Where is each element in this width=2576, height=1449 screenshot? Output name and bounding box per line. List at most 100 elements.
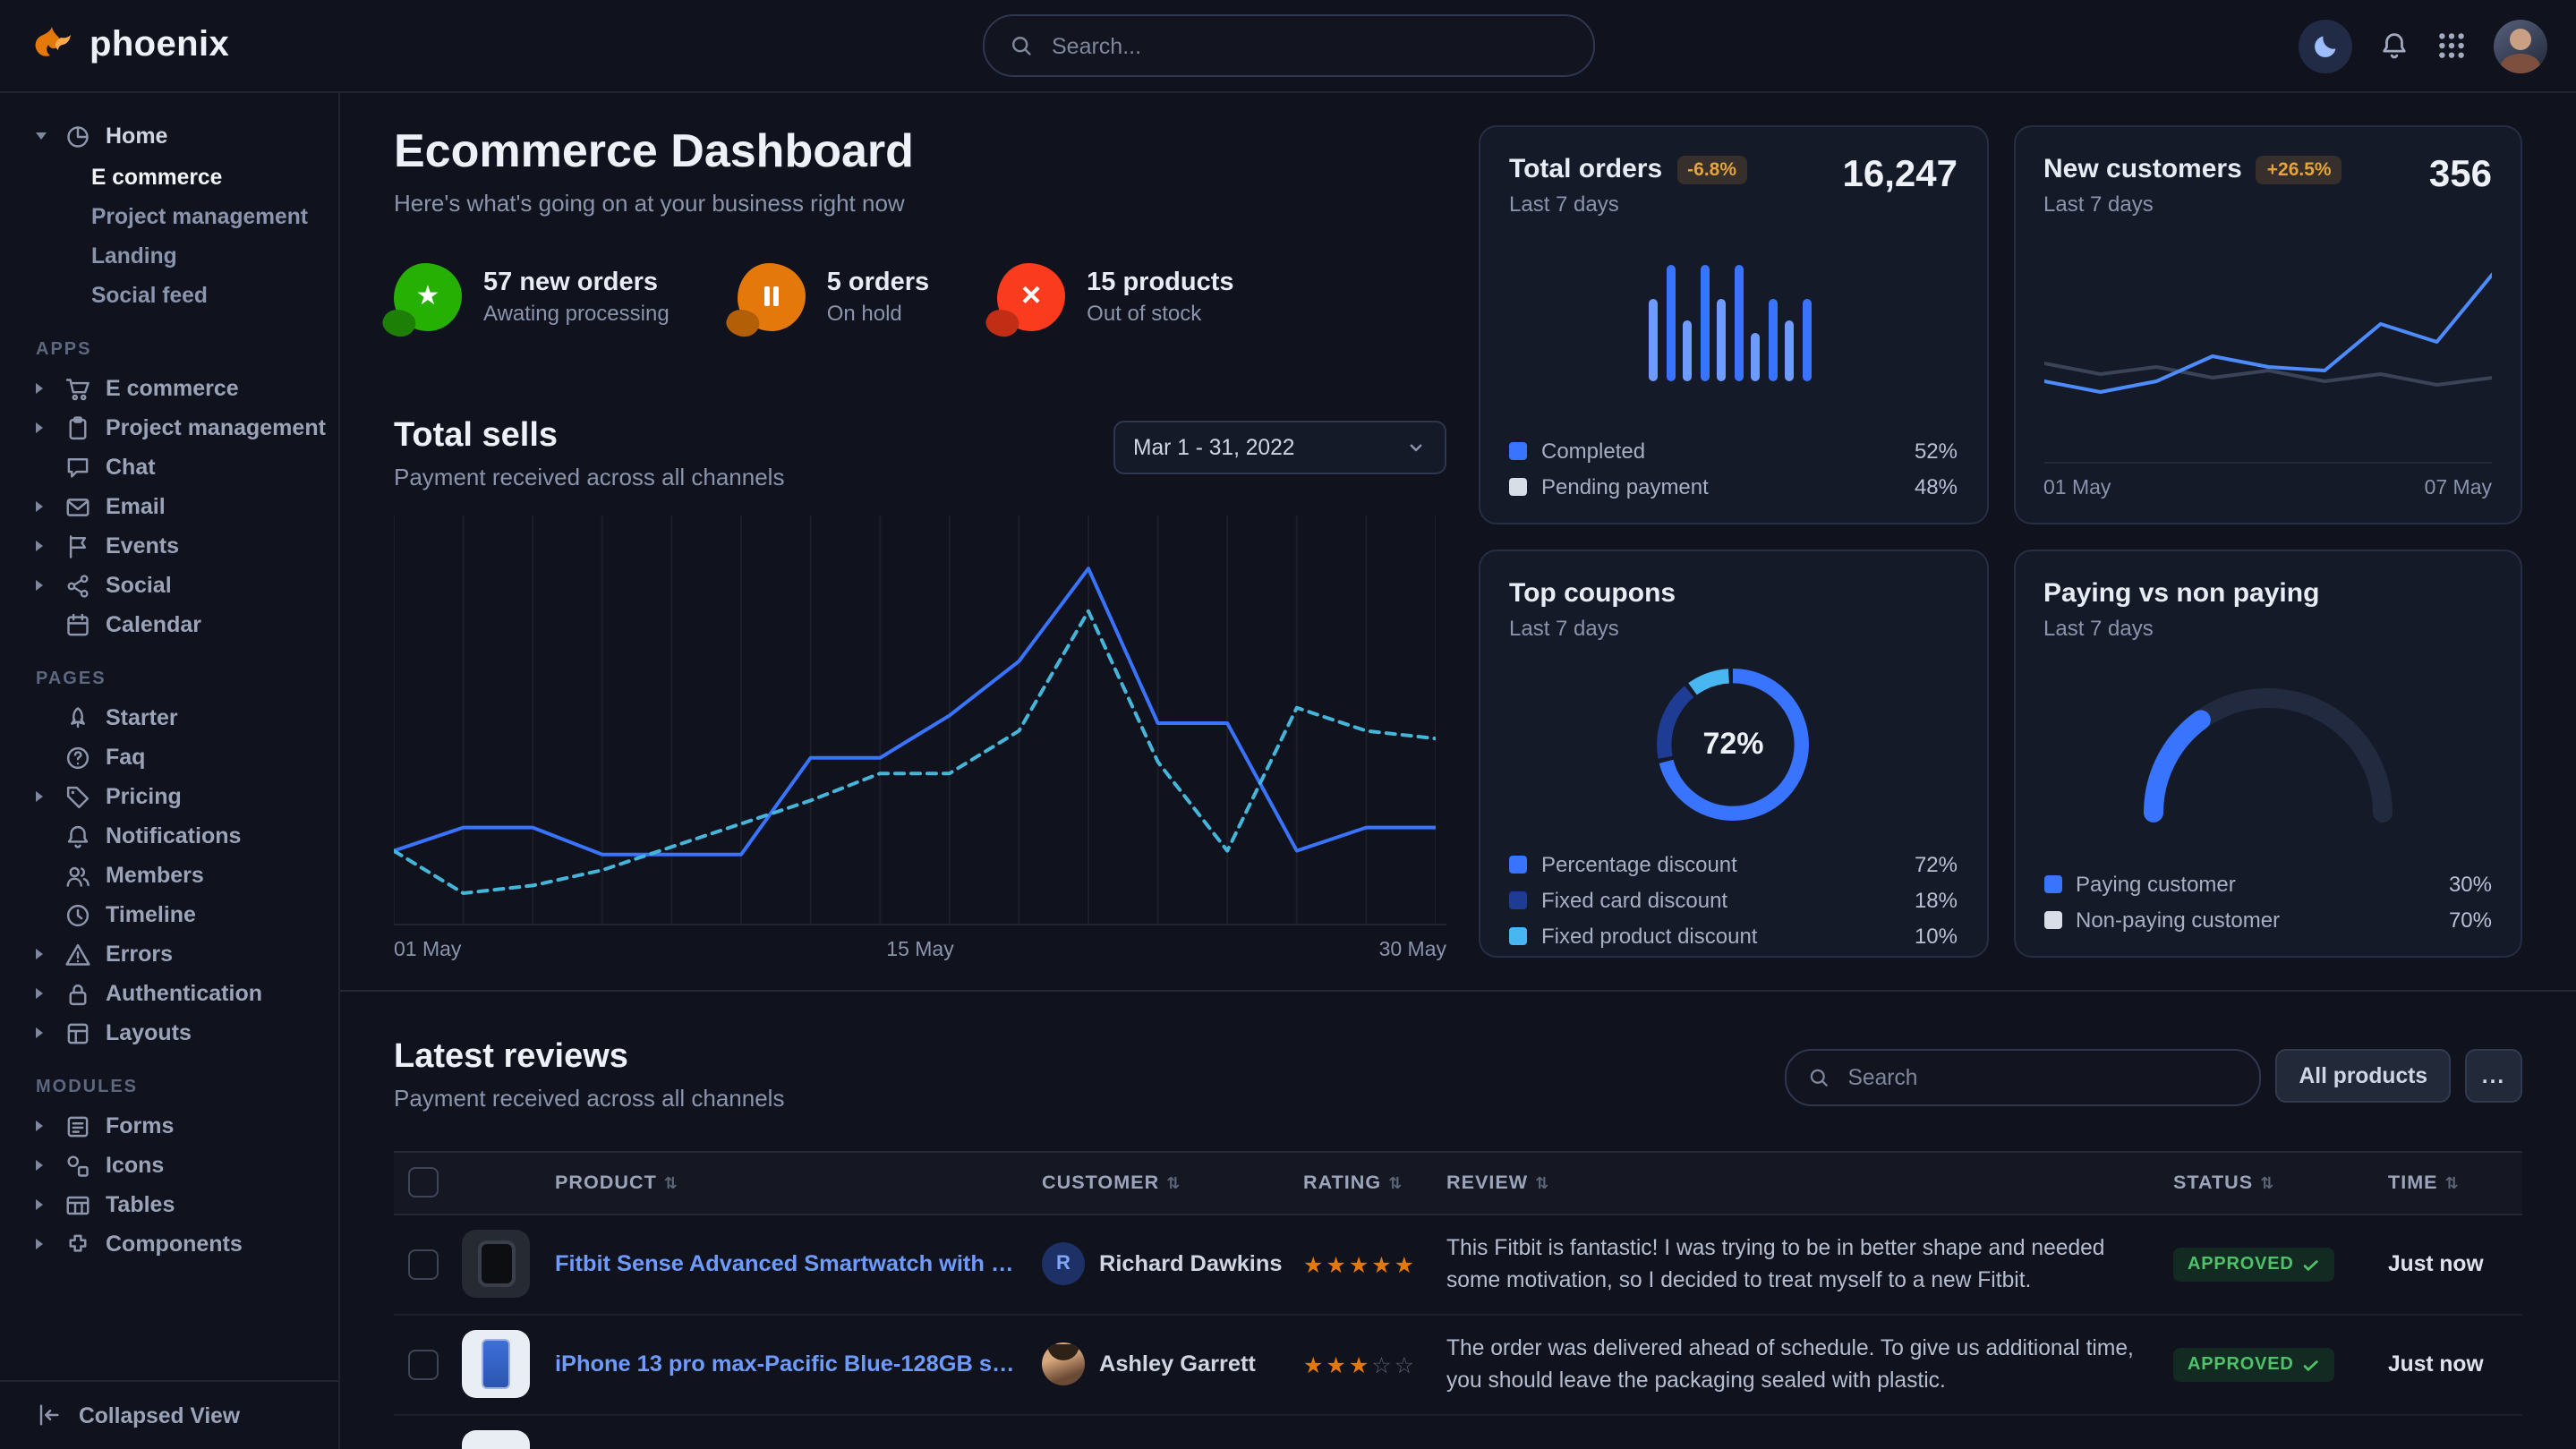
caret-right-icon [36,501,50,512]
row-checkbox[interactable] [408,1350,439,1380]
reviews-table: PRODUCT CUSTOMER RATING REVIEW STATUS TI… [394,1151,2522,1449]
share-nodes-icon [64,572,91,599]
sidebar-item-layouts[interactable]: Layouts [0,1013,338,1053]
column-product[interactable]: PRODUCT [555,1172,1042,1194]
sidebar-item-email[interactable]: Email [0,487,338,526]
column-rating[interactable]: RATING [1303,1172,1446,1194]
sidebar-subitem-social-feed[interactable]: Social feed [0,276,338,315]
sidebar-item-errors[interactable]: Errors [0,934,338,974]
star-icon [394,263,462,331]
main-content: Ecommerce Dashboard Here's what's going … [340,93,2576,1449]
collapse-panel-icon [36,1402,63,1428]
card-title: Top coupons [1509,578,1958,609]
puzzle-icon [64,1231,91,1257]
layout-grid-icon [64,1019,91,1046]
product-thumbnail[interactable] [462,1231,530,1299]
column-time[interactable]: TIME [2388,1172,2522,1194]
sidebar-item-home[interactable]: Home [0,115,338,158]
card-title: Paying vs non paying [2043,578,2492,609]
column-review[interactable]: REVIEW [1446,1172,2173,1194]
cart-icon [64,375,91,402]
legend-swatch [1509,478,1527,496]
sidebar-item-project-management-app[interactable]: Project management [0,408,338,447]
sidebar-item-components[interactable]: Components [0,1224,338,1264]
review-time: Just now [2388,1352,2522,1377]
sidebar-item-chat[interactable]: Chat [0,447,338,487]
caret-right-icon [36,949,50,959]
user-avatar[interactable] [2494,19,2547,72]
product-link[interactable]: Fitbit Sense Advanced Smartwatch with To… [555,1252,1042,1277]
sidebar-subitem-landing[interactable]: Landing [0,236,338,276]
sidebar-nav: Home E commerce Project management Landi… [0,93,338,1264]
brand[interactable]: phoenix [29,22,229,69]
notifications-button[interactable] [2379,30,2410,61]
new-customers-card: New customers +26.5% Last 7 days 356 01 … [2013,125,2522,524]
product-link[interactable]: iPhone 13 pro max-Pacific Blue-128GB sto… [555,1352,1042,1377]
check-icon [2303,1257,2321,1274]
sidebar-subitem-project-management[interactable]: Project management [0,197,338,236]
product-thumbnail[interactable] [462,1431,530,1449]
reviews-title: Latest reviews [394,1038,784,1078]
sidebar-item-calendar[interactable]: Calendar [0,605,338,644]
reviews-search[interactable] [1786,1049,2262,1106]
column-customer[interactable]: CUSTOMER [1042,1172,1303,1194]
caret-right-icon [36,988,50,999]
select-all-checkbox[interactable] [408,1168,439,1198]
paying-vs-nonpaying-card: Paying vs non paying Last 7 days Paying … [2013,550,2522,958]
column-status[interactable]: STATUS [2173,1172,2388,1194]
legend-item: Percentage discount 72% [1509,852,1958,877]
tag-icon [64,783,91,810]
sidebar-item-notifications[interactable]: Notifications [0,816,338,856]
sidebar-item-members[interactable]: Members [0,856,338,895]
theme-toggle-button[interactable] [2299,19,2352,72]
product-thumbnail[interactable] [462,1331,530,1399]
sidebar-item-authentication[interactable]: Authentication [0,974,338,1013]
review-row: Fitbit Sense Advanced Smartwatch with To… [394,1215,2522,1316]
total-sells-chart: 01 May 15 May 30 May [394,516,1446,961]
sidebar-item-timeline[interactable]: Timeline [0,895,338,934]
legend-item: Non-paying customer 70% [2043,908,2492,933]
more-options-button[interactable]: ... [2465,1049,2522,1103]
orders-legend: Completed 52% Pending payment 48% [1509,439,1958,499]
sidebar-item-pricing[interactable]: Pricing [0,777,338,816]
review-time: Just now [2388,1252,2522,1277]
sort-icon [664,1172,678,1194]
latest-reviews-section: Latest reviews Payment received across a… [394,992,2522,1449]
check-icon [2303,1357,2321,1375]
sidebar-subitem-ecommerce[interactable]: E commerce [0,158,338,197]
sidebar-item-icons[interactable]: Icons [0,1146,338,1185]
customer-avatar[interactable] [1042,1343,1085,1386]
sidebar-item-forms[interactable]: Forms [0,1106,338,1146]
sidebar-item-starter[interactable]: Starter [0,698,338,737]
global-search-input[interactable] [1048,31,1567,60]
card-period: Last 7 days [1509,192,1747,217]
envelope-icon [64,493,91,520]
chevron-down-icon [1405,437,1427,458]
sidebar-item-faq[interactable]: Faq [0,737,338,777]
sort-icon [2445,1172,2460,1194]
stat-out-of-stock: 15 products Out of stock [997,263,1233,331]
sort-icon [1166,1172,1181,1194]
sidebar-item-social[interactable]: Social [0,566,338,605]
all-products-button[interactable]: All products [2276,1049,2451,1103]
collapse-view-button[interactable]: Collapsed View [0,1379,338,1449]
customer-avatar[interactable]: R [1042,1243,1085,1286]
reviews-search-input[interactable] [1845,1063,2239,1092]
card-title: New customers [2043,154,2242,184]
card-title: Total orders [1509,154,1662,184]
total-sells-line-chart [394,516,1436,924]
sidebar-item-events[interactable]: Events [0,526,338,566]
caret-right-icon [36,541,50,551]
sort-icon [1388,1172,1403,1194]
page-subtitle: Here's what's going on at your business … [394,190,1446,217]
sidebar-item-ecommerce-app[interactable]: E commerce [0,369,338,408]
rating-stars: ★★★☆☆ [1303,1351,1446,1378]
global-search[interactable] [982,14,1594,77]
warning-triangle-icon [64,941,91,967]
sidebar-item-tables[interactable]: Tables [0,1185,338,1224]
rating-stars: ★★★★★ [1303,1251,1446,1278]
card-period: Last 7 days [2043,192,2342,217]
row-checkbox[interactable] [408,1249,439,1280]
date-range-select[interactable]: Mar 1 - 31, 2022 [1113,421,1446,474]
apps-menu-button[interactable] [2436,30,2467,61]
